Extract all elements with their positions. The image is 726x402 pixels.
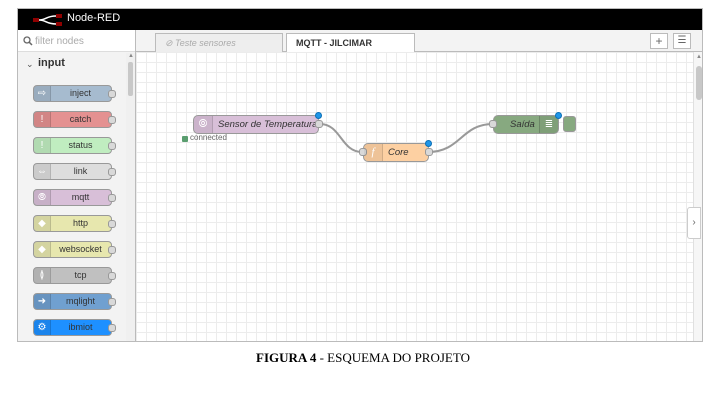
workspace-scrollbar[interactable]: ▲ xyxy=(693,52,702,341)
flow-node-saida[interactable]: Saída ≣ xyxy=(489,112,562,134)
add-flow-button[interactable]: + xyxy=(650,33,668,49)
chevron-right-icon: › xyxy=(692,217,696,228)
sidebar-toggle-button[interactable]: › xyxy=(687,207,701,239)
palette-scroll-thumb[interactable] xyxy=(128,62,133,96)
flow-wires xyxy=(319,123,494,153)
caption-text: - ESQUEMA DO PROJETO xyxy=(316,350,470,365)
output-port[interactable] xyxy=(425,148,433,156)
tab-teste-sensores[interactable]: ⊘ Teste sensores xyxy=(155,33,283,52)
flow-node-label: Core xyxy=(388,147,409,158)
gear-icon: ⚙ xyxy=(34,320,51,335)
output-port xyxy=(108,220,116,228)
palette-node-label: ibmiot xyxy=(68,322,93,332)
list-flows-button[interactable]: ☰ xyxy=(673,33,691,49)
category-label: input xyxy=(38,57,65,69)
palette-node-catch[interactable]: ! catch xyxy=(33,111,116,128)
arrow-right-icon: ⇨ xyxy=(34,86,51,101)
changed-indicator xyxy=(425,140,432,147)
globe-icon: ◆ xyxy=(34,242,51,257)
exclamation-icon: ! xyxy=(34,138,51,153)
palette-node-mqlight[interactable]: ➜ mqlight xyxy=(33,293,116,310)
caption-figure-number: FIGURA 4 xyxy=(256,350,317,365)
palette-node-link[interactable]: ⇔ link xyxy=(33,163,116,180)
scroll-up-icon: ▲ xyxy=(696,54,702,60)
output-port[interactable] xyxy=(315,120,323,128)
scroll-up-icon: ▲ xyxy=(128,53,134,59)
node-palette: ⌄ input ⇨ inject! catch! status ⇔ link ⦾ mqtt ◆ h… xyxy=(18,30,136,341)
output-port xyxy=(108,246,116,254)
changed-indicator xyxy=(555,112,562,119)
exclamation-icon: ! xyxy=(34,112,51,127)
flow-node-label: Sensor de Temperatura xyxy=(218,119,318,130)
input-port[interactable] xyxy=(489,120,497,128)
palette-node-label: status xyxy=(68,140,93,150)
debug-toggle-button[interactable] xyxy=(563,116,576,132)
flow-node-core[interactable]: f Core xyxy=(359,140,433,162)
mqlight-icon: ➜ xyxy=(34,294,51,309)
palette-node-label: mqtt xyxy=(71,192,90,202)
output-port xyxy=(108,168,116,176)
palette-node-label: inject xyxy=(69,88,91,98)
wire-core-saida[interactable] xyxy=(427,123,494,153)
palette-node-ibmiot[interactable]: ⚙ ibmiot xyxy=(33,319,116,336)
flow-node-label: Saída xyxy=(510,119,535,130)
output-port xyxy=(108,142,116,150)
filter-nodes-input[interactable] xyxy=(35,34,130,48)
node-red-logo-icon xyxy=(33,14,62,26)
function-icon: f xyxy=(364,144,383,161)
palette-node-inject[interactable]: ⇨ inject xyxy=(33,85,116,102)
wire-sensor-core[interactable] xyxy=(319,123,363,153)
palette-node-label: mqlight xyxy=(65,296,95,306)
search-icon xyxy=(23,36,33,46)
output-port xyxy=(108,324,116,332)
status-indicator xyxy=(182,136,188,142)
node-red-window: Node-RED ⌄ input ⇨ inject! catch! status ⇔ li… xyxy=(17,8,703,342)
flow-node-sensor-de-temperatura[interactable]: ⦾ Sensor de Temperatura xyxy=(193,112,323,134)
app-title: Node-RED xyxy=(67,12,121,24)
wireless-icon: ⦾ xyxy=(34,190,51,205)
globe-icon: ◆ xyxy=(34,216,51,231)
list-icon: ≣ xyxy=(539,116,558,133)
palette-node-tcp[interactable]: ≬ tcp xyxy=(33,267,116,284)
palette-node-label: http xyxy=(72,218,88,228)
flow-workspace[interactable]: ⦾ Sensor de Temperatura connected f Core… xyxy=(136,52,693,341)
workspace-tabs: ⊘ Teste sensores MQTT - JILCIMAR + ☰ xyxy=(136,30,702,53)
palette-category-input[interactable]: ⌄ input xyxy=(18,53,126,75)
output-port xyxy=(108,116,116,124)
palette-node-label: tcp xyxy=(74,270,87,280)
figure-caption: FIGURA 4 - ESQUEMA DO PROJETO xyxy=(0,350,726,366)
output-port xyxy=(108,298,116,306)
link-icon: ⇔ xyxy=(34,164,51,179)
node-status-text: connected xyxy=(190,133,227,142)
output-port xyxy=(108,272,116,280)
chevron-down-icon: ⌄ xyxy=(26,59,34,69)
palette-node-http[interactable]: ◆ http xyxy=(33,215,116,232)
output-port xyxy=(108,90,116,98)
changed-indicator xyxy=(315,112,322,119)
palette-node-label: websocket xyxy=(59,244,102,254)
filter-bar xyxy=(18,30,135,52)
workspace-scroll-thumb[interactable] xyxy=(696,66,702,100)
palette-node-mqtt[interactable]: ⦾ mqtt xyxy=(33,189,116,206)
bridge-icon: ≬ xyxy=(34,268,51,283)
palette-node-websocket[interactable]: ◆ websocket xyxy=(33,241,116,258)
palette-node-label: catch xyxy=(69,114,92,124)
list-icon: ☰ xyxy=(677,35,687,46)
wireless-icon: ⦾ xyxy=(194,116,213,133)
palette-scrollbar[interactable]: ▲ xyxy=(126,53,135,341)
tab-mqtt-jilcimar[interactable]: MQTT - JILCIMAR xyxy=(286,33,415,53)
app-header: Node-RED xyxy=(18,9,702,30)
plus-icon: + xyxy=(655,34,663,48)
output-port xyxy=(108,194,116,202)
palette-node-label: link xyxy=(73,166,88,176)
palette-node-status[interactable]: ! status xyxy=(33,137,116,154)
